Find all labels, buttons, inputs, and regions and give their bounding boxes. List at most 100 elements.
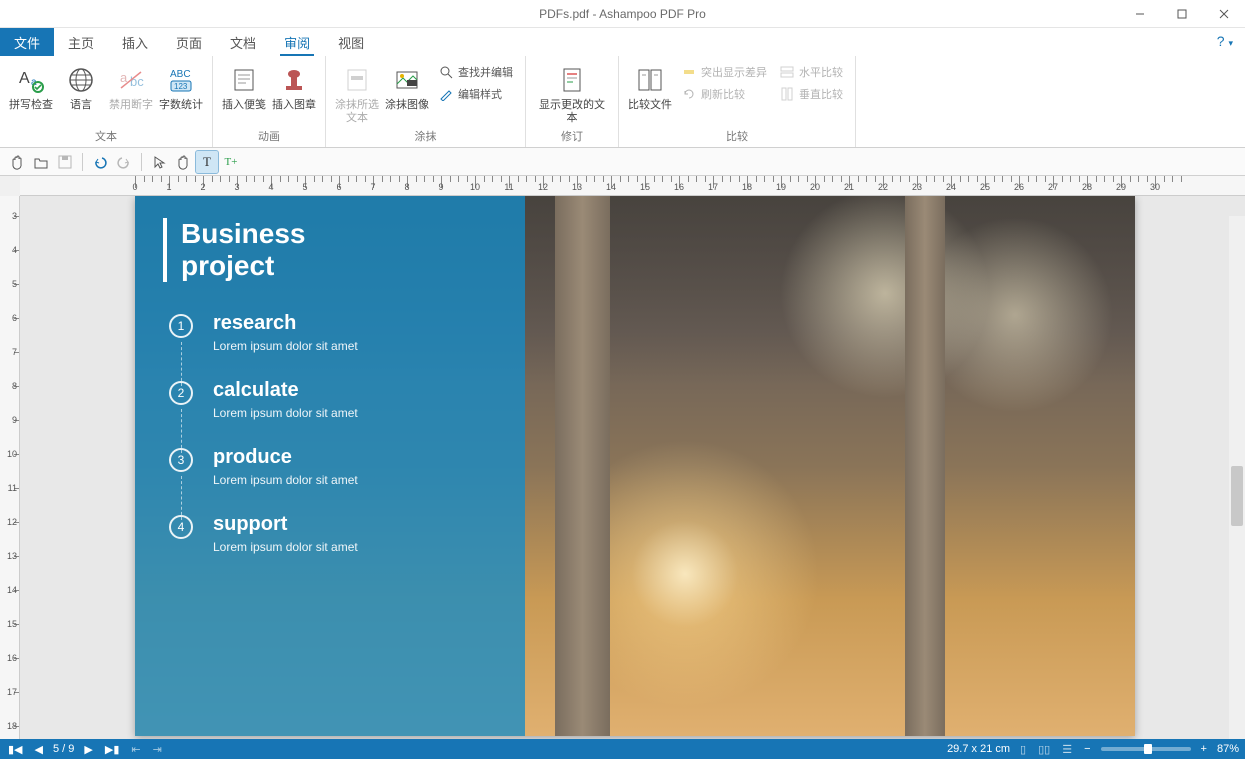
compare-icon	[634, 64, 666, 96]
prev-page-button[interactable]: ◀	[33, 743, 45, 756]
tab-view[interactable]: 视图	[324, 28, 378, 56]
select-tool-button[interactable]	[148, 151, 170, 173]
step-heading: support	[213, 513, 497, 536]
vertical-icon	[779, 86, 795, 102]
first-page-button[interactable]: ▮◀	[6, 743, 25, 756]
file-menu-button[interactable]: 文件	[0, 28, 54, 56]
tab-review[interactable]: 审阅	[270, 28, 324, 56]
tab-page[interactable]: 页面	[162, 28, 216, 56]
zoom-out-button[interactable]: −	[1082, 743, 1092, 755]
show-changes-button[interactable]: 显示更改的文本	[532, 60, 612, 129]
language-button[interactable]: 语言	[56, 60, 106, 116]
step-number-circle: 3	[169, 448, 193, 472]
step-number-circle: 1	[169, 314, 193, 338]
undo-button[interactable]	[89, 151, 111, 173]
insert-stamp-button[interactable]: 插入图章	[269, 60, 319, 116]
horizontal-icon	[779, 64, 795, 80]
last-page-button[interactable]: ▶▮	[103, 743, 122, 756]
svg-text:ABC: ABC	[170, 69, 191, 80]
redact-image-icon	[391, 64, 423, 96]
step-connector	[181, 476, 182, 520]
step-desc: Lorem ipsum dolor sit amet	[213, 339, 497, 353]
minimize-button[interactable]	[1119, 0, 1161, 28]
step-heading: produce	[213, 446, 497, 469]
document-changes-icon	[556, 64, 588, 96]
add-text-button[interactable]: T+	[220, 151, 242, 173]
wordcount-icon: ABC123	[165, 64, 197, 96]
step-item: 1researchLorem ipsum dolor sit amet	[213, 312, 497, 353]
horizontal-compare-button[interactable]: 水平比较	[775, 62, 847, 82]
step-connector	[181, 409, 182, 453]
vertical-scrollbar[interactable]	[1229, 216, 1245, 739]
open-button[interactable]	[30, 151, 52, 173]
view-facing-button[interactable]: ▯▯	[1036, 743, 1052, 756]
spellcheck-icon: Aa	[15, 64, 47, 96]
svg-text:bc: bc	[130, 74, 144, 89]
zoom-in-button[interactable]: +	[1199, 743, 1209, 755]
ribbon-group-text: Aa 拼写检查 语言 abc 禁用断字 ABC123 字数统计 文本	[0, 56, 213, 147]
ribbon-group-compare: 比较文件 突出显示差异 刷新比较 水平比较 垂直比	[619, 56, 856, 147]
zoom-value: 87%	[1217, 743, 1239, 755]
pan-tool-button[interactable]	[172, 151, 194, 173]
maximize-button[interactable]	[1161, 0, 1203, 28]
menu-bar: 文件 主页 插入 页面 文档 审阅 视图 ? ▾	[0, 28, 1245, 56]
help-icon[interactable]: ? ▾	[1217, 33, 1233, 49]
note-icon	[228, 64, 260, 96]
title-bar: PDFs.pdf - Ashampoo PDF Pro	[0, 0, 1245, 28]
step-item: 3produceLorem ipsum dolor sit amet	[213, 446, 497, 487]
step-desc: Lorem ipsum dolor sit amet	[213, 540, 497, 554]
ribbon: Aa 拼写检查 语言 abc 禁用断字 ABC123 字数统计 文本 插入便笺	[0, 56, 1245, 148]
view-single-button[interactable]: ▯	[1018, 743, 1028, 756]
step-desc: Lorem ipsum dolor sit amet	[213, 406, 497, 420]
insert-note-button[interactable]: 插入便笺	[219, 60, 269, 116]
step-number-circle: 2	[169, 381, 193, 405]
find-and-edit-button[interactable]: 查找并编辑	[434, 62, 517, 82]
window-controls	[1119, 0, 1245, 28]
page-indicator: 5 / 9	[53, 743, 74, 755]
svg-text:A: A	[19, 70, 30, 87]
step-desc: Lorem ipsum dolor sit amet	[213, 473, 497, 487]
tab-insert[interactable]: 插入	[108, 28, 162, 56]
edit-style-button[interactable]: 编辑样式	[434, 84, 517, 104]
vertical-ruler: 3456789101112131415161718	[0, 196, 20, 739]
highlight-diff-button[interactable]: 突出显示差异	[677, 62, 771, 82]
pdf-page[interactable]: Businessproject 1 research Lorem ipsum dol…	[135, 196, 1135, 736]
redo-button[interactable]	[113, 151, 135, 173]
tab-home[interactable]: 主页	[54, 28, 108, 56]
page-dimensions: 29.7 x 21 cm	[947, 743, 1010, 755]
hand-tool-button[interactable]	[6, 151, 28, 173]
view-continuous-button[interactable]: ☰	[1060, 743, 1074, 756]
close-button[interactable]	[1203, 0, 1245, 28]
ribbon-group-anim: 插入便笺 插入图章 动画	[213, 56, 326, 147]
redact-image-button[interactable]: 涂抹图像	[382, 60, 432, 116]
step-item: 2calculateLorem ipsum dolor sit amet	[213, 379, 497, 420]
step-heading: research	[213, 312, 497, 335]
wordcount-button[interactable]: ABC123 字数统计	[156, 60, 206, 116]
nav-forward-button[interactable]: ⇥	[151, 743, 164, 756]
zoom-slider[interactable]	[1101, 747, 1191, 751]
tab-document[interactable]: 文档	[216, 28, 270, 56]
next-page-button[interactable]: ▶	[82, 743, 94, 756]
workspace: 0123456789101112131415161718192021222324…	[0, 176, 1245, 739]
page-title: Businessproject	[163, 218, 497, 282]
vertical-compare-button[interactable]: 垂直比较	[775, 84, 847, 104]
globe-icon	[65, 64, 97, 96]
spellcheck-button[interactable]: Aa 拼写检查	[6, 60, 56, 116]
hyphenation-button[interactable]: abc 禁用断字	[106, 60, 156, 116]
refresh-compare-button[interactable]: 刷新比较	[677, 84, 771, 104]
edit-style-icon	[438, 86, 454, 102]
redact-text-icon	[341, 64, 373, 96]
save-button[interactable]	[54, 151, 76, 173]
step-connector	[181, 342, 182, 386]
text-tool-button[interactable]: T	[196, 151, 218, 173]
zoom-knob[interactable]	[1144, 744, 1152, 754]
ribbon-group-revision: 显示更改的文本 修订	[526, 56, 619, 147]
stamp-icon	[278, 64, 310, 96]
document-canvas[interactable]: Businessproject 1 research Lorem ipsum dol…	[20, 196, 1245, 739]
content-overlay: Businessproject 1 research Lorem ipsum dol…	[135, 196, 525, 736]
scrollbar-thumb[interactable]	[1231, 466, 1243, 526]
step-heading: calculate	[213, 379, 497, 402]
redact-selection-button[interactable]: 涂抹所选文本	[332, 60, 382, 129]
compare-files-button[interactable]: 比较文件	[625, 60, 675, 116]
nav-back-button[interactable]: ⇤	[129, 743, 142, 756]
